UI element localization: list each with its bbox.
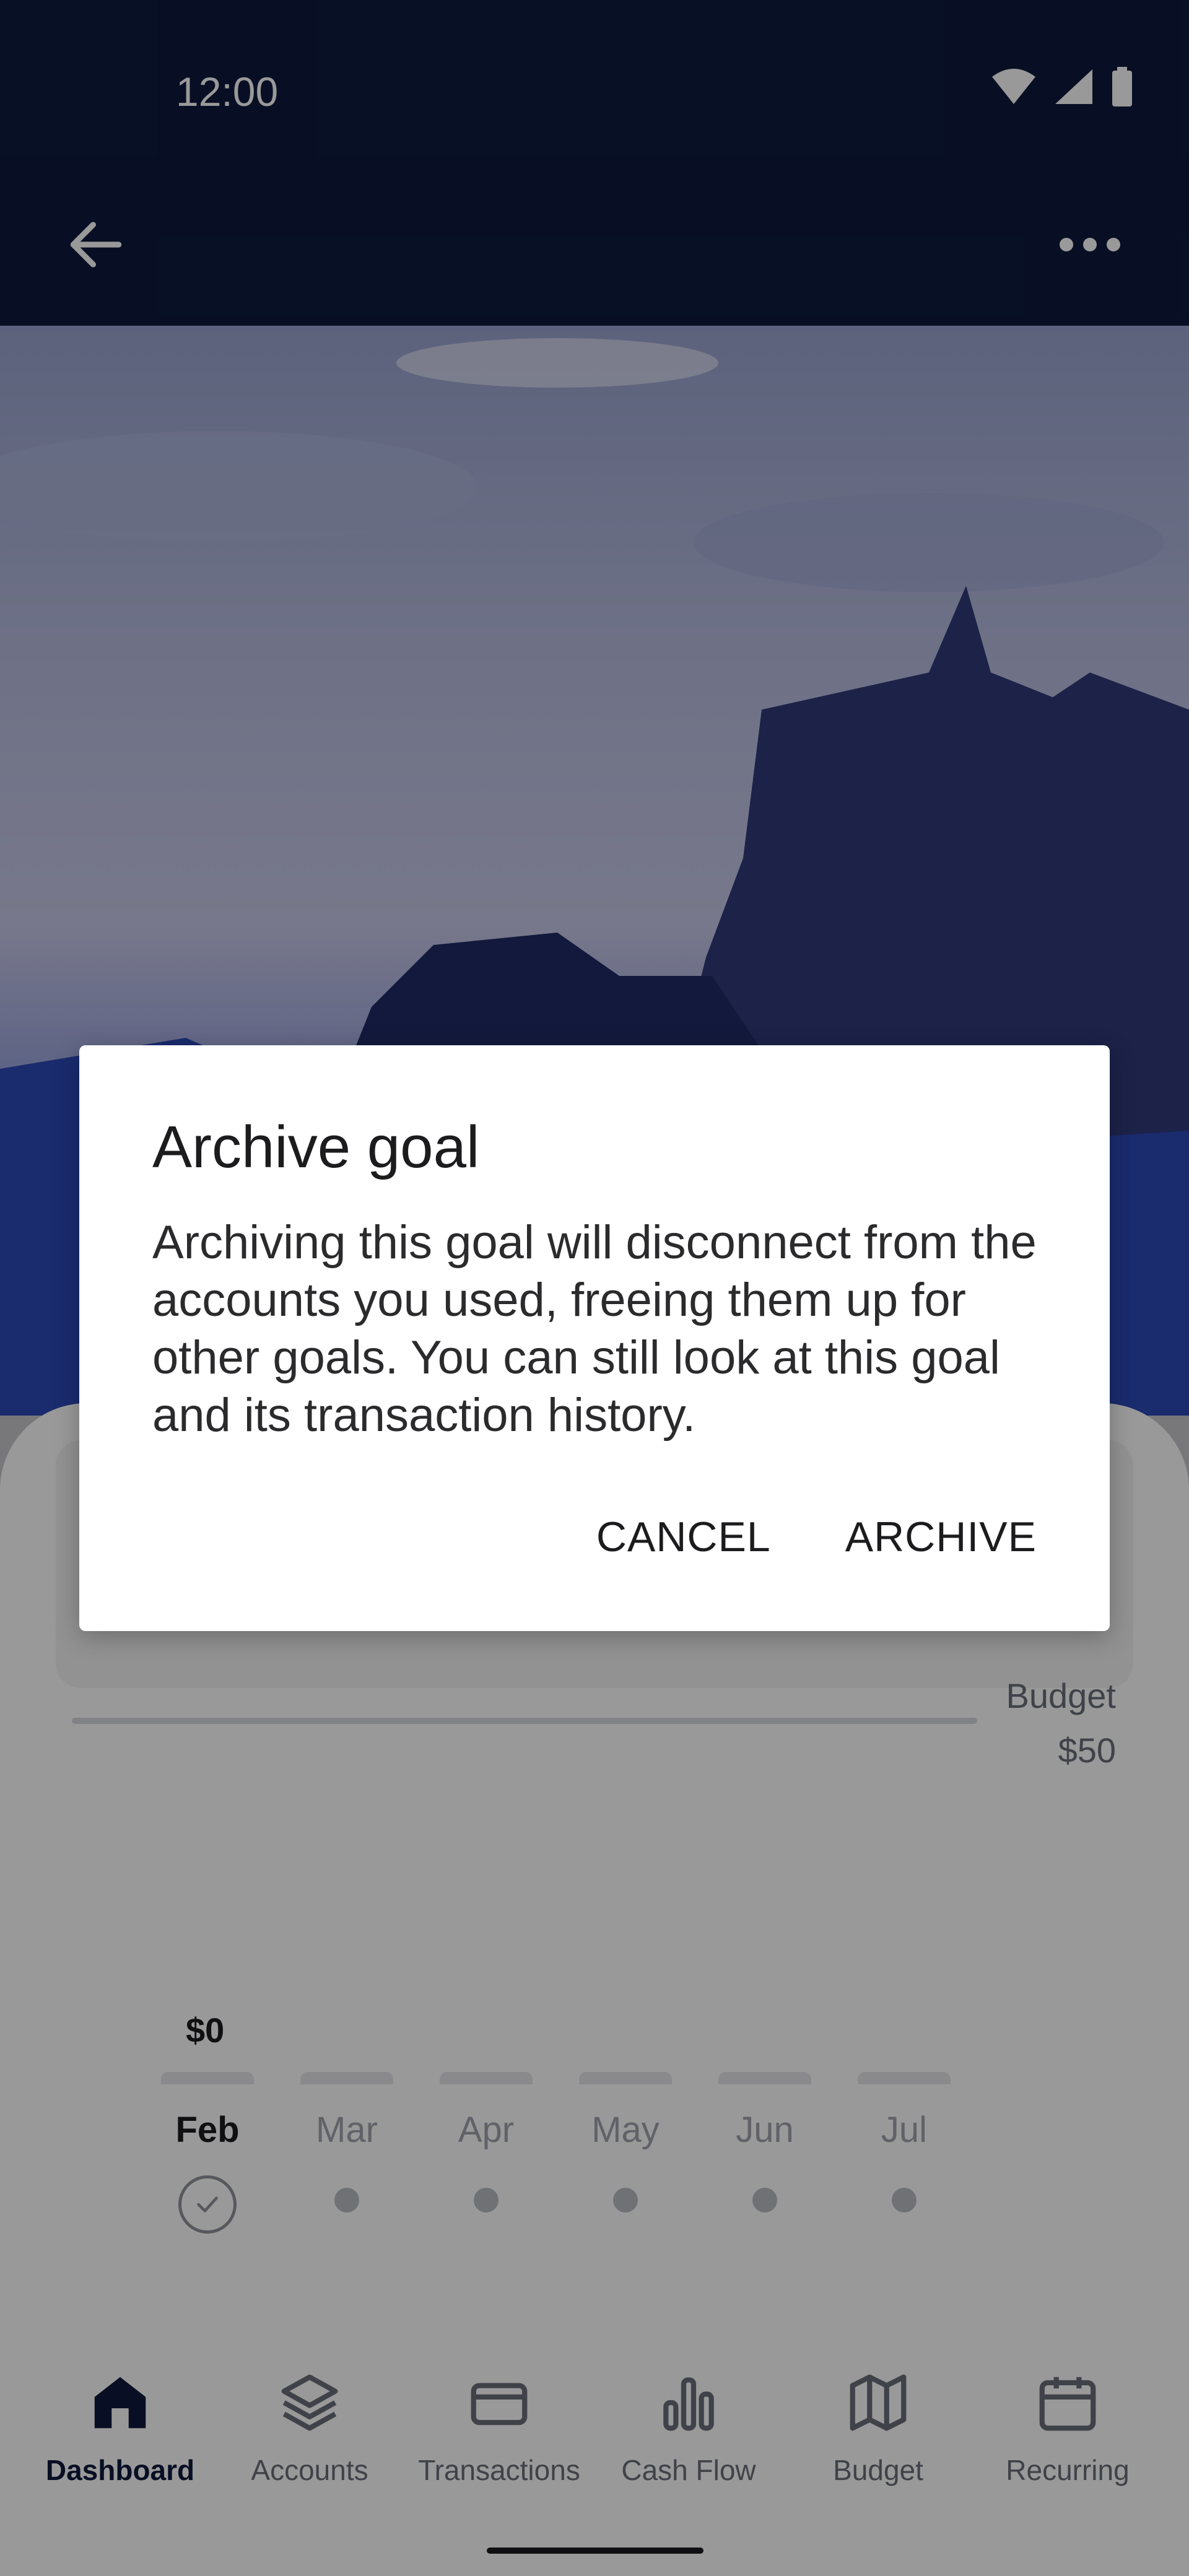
cancel-button[interactable]: CANCEL (596, 1513, 771, 1561)
dialog-actions: CANCEL ARCHIVE (596, 1513, 1037, 1561)
archive-goal-dialog: Archive goal Archiving this goal will di… (79, 1045, 1110, 1631)
archive-button[interactable]: ARCHIVE (845, 1513, 1037, 1561)
dialog-title: Archive goal (152, 1114, 480, 1180)
dialog-message: Archiving this goal will disconnect from… (152, 1216, 1037, 1442)
